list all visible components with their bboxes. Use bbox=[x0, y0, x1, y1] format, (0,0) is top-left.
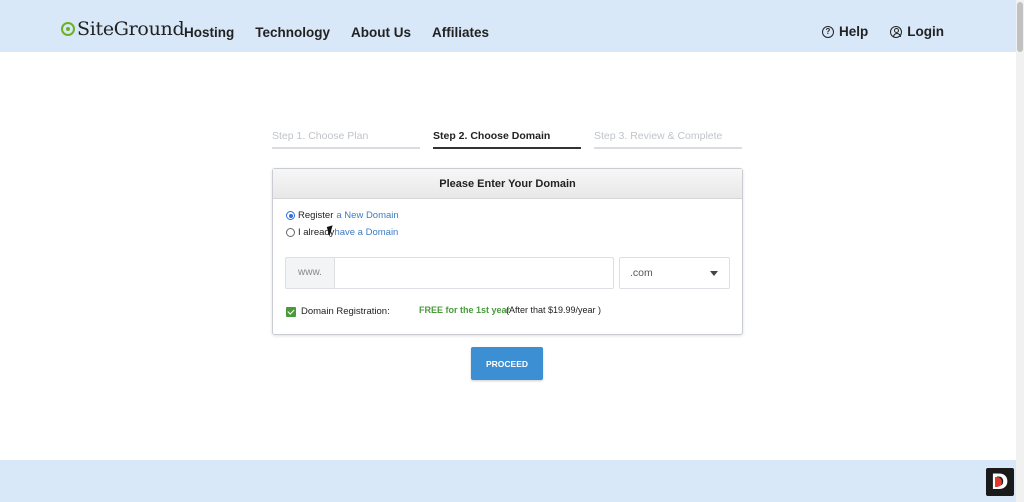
existing-domain-radio[interactable] bbox=[286, 228, 295, 237]
nav-technology[interactable]: Technology bbox=[255, 25, 330, 40]
scrollbar-thumb[interactable] bbox=[1017, 2, 1023, 52]
chevron-down-icon bbox=[710, 271, 718, 276]
user-icon bbox=[890, 25, 903, 38]
register-option-prefix: Register bbox=[298, 210, 334, 221]
step-choose-domain: Step 2. Choose Domain bbox=[433, 130, 581, 149]
badge-letter: D bbox=[991, 470, 1009, 494]
top-navigation-bar: SiteGround Hosting Technology About Us A… bbox=[0, 0, 1016, 52]
free-first-year-text: FREE for the 1st year bbox=[419, 305, 511, 315]
footer-bar bbox=[0, 460, 1016, 502]
renewal-price-text: (After that $19.99/year ) bbox=[506, 305, 602, 315]
brand-name: SiteGround bbox=[77, 18, 185, 40]
siteground-logo[interactable]: SiteGround bbox=[61, 18, 185, 40]
help-icon: ? bbox=[821, 25, 834, 38]
tld-selected-value: .com bbox=[630, 267, 653, 279]
domain-panel: Please Enter Your Domain Register a New … bbox=[272, 168, 743, 335]
siteground-logo-icon bbox=[61, 22, 75, 36]
register-new-domain-option[interactable]: Register a New Domain bbox=[286, 210, 399, 221]
nav-about-us[interactable]: About Us bbox=[351, 25, 411, 40]
help-label: Help bbox=[838, 24, 869, 39]
page-scrollbar[interactable] bbox=[1016, 0, 1024, 502]
domain-input-row: www. .com bbox=[285, 257, 730, 289]
checkout-steps: Step 1. Choose Plan Step 2. Choose Domai… bbox=[272, 130, 742, 149]
login-label: Login bbox=[907, 24, 944, 39]
help-link[interactable]: ? Help bbox=[821, 24, 869, 39]
panel-title: Please Enter Your Domain bbox=[273, 169, 742, 199]
register-radio[interactable] bbox=[286, 211, 295, 220]
domain-registration-label: Domain Registration: bbox=[301, 306, 390, 317]
register-option-link[interactable]: a New Domain bbox=[336, 210, 398, 221]
nav-affiliates[interactable]: Affiliates bbox=[432, 25, 489, 40]
domain-registration-checkbox[interactable] bbox=[286, 306, 296, 317]
proceed-button[interactable]: PROCEED bbox=[471, 347, 543, 380]
nav-hosting[interactable]: Hosting bbox=[184, 25, 234, 40]
step-review-complete: Step 3. Review & Complete bbox=[594, 130, 742, 149]
channel-badge-logo: D bbox=[986, 468, 1014, 496]
tld-select[interactable]: .com bbox=[619, 257, 730, 289]
main-nav: Hosting Technology About Us Affiliates bbox=[184, 25, 510, 40]
domain-name-input[interactable] bbox=[334, 257, 614, 289]
www-prefix: www. bbox=[285, 257, 334, 289]
existing-domain-option[interactable]: I already have a Domain bbox=[286, 227, 398, 238]
existing-option-link[interactable]: have a Domain bbox=[334, 227, 398, 238]
account-nav: ? Help Login bbox=[800, 24, 944, 39]
domain-registration-row[interactable]: Domain Registration: bbox=[286, 306, 390, 317]
step-choose-plan: Step 1. Choose Plan bbox=[272, 130, 420, 149]
login-link[interactable]: Login bbox=[890, 24, 944, 39]
